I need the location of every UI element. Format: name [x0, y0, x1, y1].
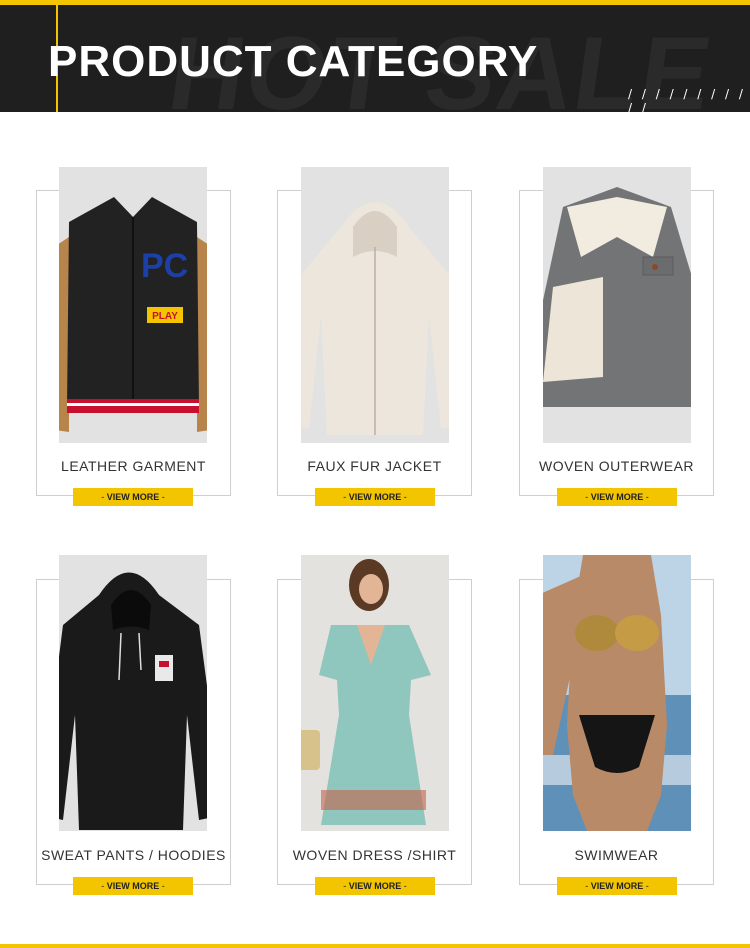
woven-outerwear-image[interactable] — [543, 167, 691, 443]
category-label: LEATHER GARMENT — [61, 458, 206, 474]
header-banner: HOT SALE PRODUCT CATEGORY / / / / / / / … — [0, 5, 750, 112]
view-more-button-swimwear[interactable]: - VIEW MORE - — [557, 877, 677, 895]
page-title: PRODUCT CATEGORY — [48, 37, 539, 86]
view-more-button-leather-garment[interactable]: - VIEW MORE - — [73, 488, 193, 506]
banner-slash-decoration: / / / / / / / / / / / — [628, 87, 746, 112]
varsity-jacket-illustration: PC PLAY — [59, 167, 207, 443]
floral-dress-illustration — [301, 555, 449, 831]
svg-text:PC: PC — [141, 247, 188, 285]
category-label: WOVEN OUTERWEAR — [538, 458, 695, 474]
faux-fur-hoodie-illustration — [301, 167, 449, 443]
category-label: SWIMWEAR — [574, 847, 659, 863]
faux-fur-jacket-image[interactable] — [301, 167, 449, 443]
svg-text:PLAY: PLAY — [152, 311, 178, 322]
woven-dress-shirt-image[interactable] — [301, 555, 449, 831]
category-label: WOVEN DRESS /SHIRT — [292, 847, 457, 863]
black-hoodie-illustration — [59, 555, 207, 831]
bottom-accent-line — [0, 944, 750, 948]
view-more-button-woven-dress-shirt[interactable]: - VIEW MORE - — [315, 877, 435, 895]
view-more-button-woven-outerwear[interactable]: - VIEW MORE - — [557, 488, 677, 506]
swimwear-image[interactable] — [543, 555, 691, 831]
view-more-button-faux-fur-jacket[interactable]: - VIEW MORE - — [315, 488, 435, 506]
corduroy-jacket-illustration — [543, 167, 691, 443]
category-label: FAUX FUR JACKET — [307, 458, 442, 474]
bikini-illustration — [543, 555, 691, 831]
sweat-pants-hoodies-image[interactable] — [59, 555, 207, 831]
view-more-button-sweat-pants-hoodies[interactable]: - VIEW MORE - — [73, 877, 193, 895]
leather-garment-image[interactable]: PC PLAY — [59, 167, 207, 443]
category-label: SWEAT PANTS / HOODIES — [41, 847, 226, 863]
